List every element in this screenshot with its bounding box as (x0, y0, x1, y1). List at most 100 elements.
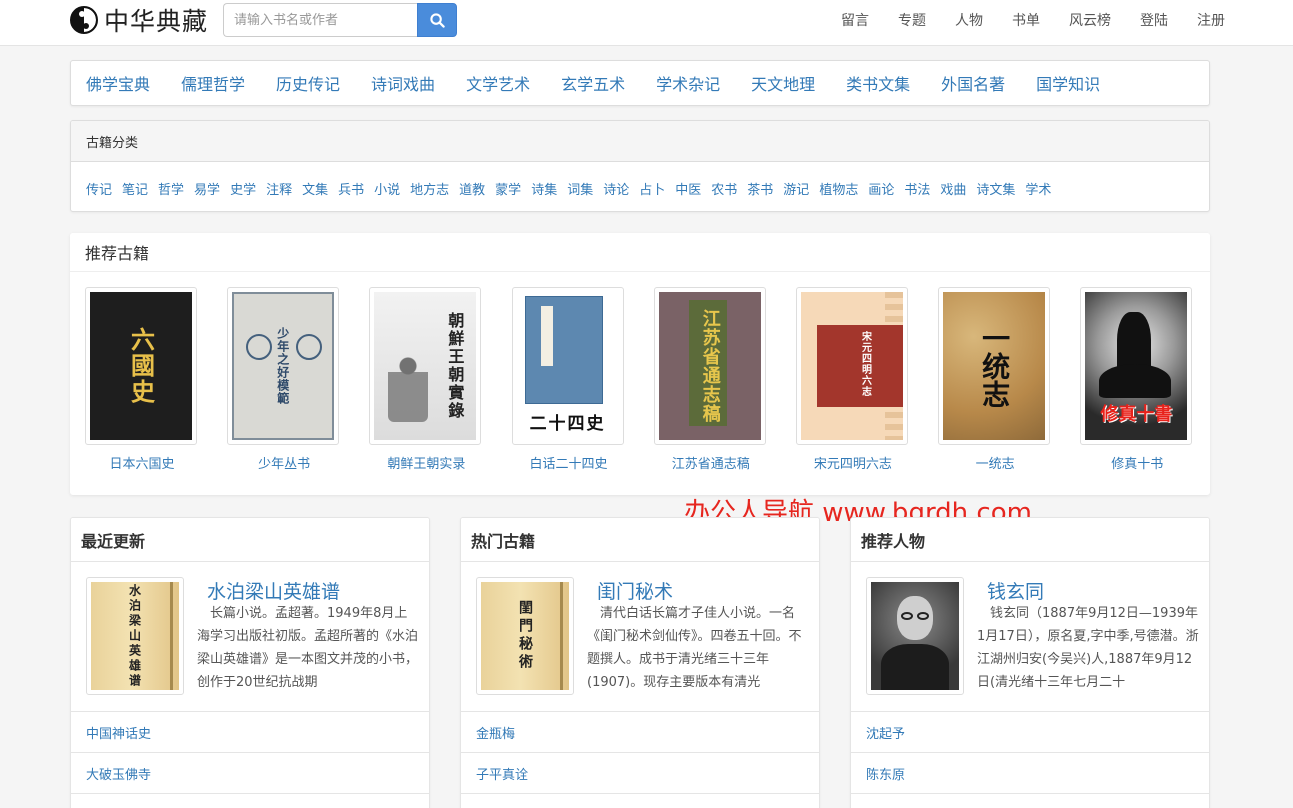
panel-title: 推荐古籍 (70, 233, 1210, 272)
search-button[interactable] (417, 3, 457, 37)
book-cover[interactable]: 六國史 (85, 287, 197, 445)
category-link[interactable]: 类书文集 (846, 71, 910, 95)
nav-login[interactable]: 登陆 (1140, 10, 1168, 30)
book-title[interactable]: 修真十书 (1080, 453, 1194, 472)
top-navbar: 中华典藏 留言 专题 人物 书单 风云榜 登陆 注册 (0, 0, 1293, 46)
thumb-text: 水泊梁山英雄谱 (127, 583, 142, 689)
list-link[interactable]: 陈东原 (866, 764, 905, 783)
list-link[interactable]: 金瓶梅 (476, 723, 515, 742)
tag-link[interactable]: 占卜 (639, 179, 665, 198)
featured-title[interactable]: 闺门秘术 (597, 577, 673, 604)
nav-topics[interactable]: 专题 (898, 10, 926, 30)
tag-link[interactable]: 戏曲 (940, 179, 966, 198)
tag-link[interactable]: 史学 (230, 179, 256, 198)
search-input[interactable] (223, 3, 417, 37)
list-link[interactable]: 子平真诠 (476, 764, 528, 783)
category-link[interactable]: 国学知识 (1036, 71, 1100, 95)
cover-text: 二十四史 (529, 414, 606, 434)
nav-booklist[interactable]: 书单 (1012, 10, 1040, 30)
site-logo[interactable]: 中华典藏 (70, 5, 209, 36)
category-link[interactable]: 文学艺术 (466, 71, 530, 95)
list-link[interactable]: 中国神话史 (86, 723, 151, 742)
tag-link[interactable]: 农书 (711, 179, 737, 198)
list-link[interactable]: 大破玉佛寺 (86, 764, 151, 783)
cover-text: 江苏省通志稿 (699, 309, 721, 423)
tag-link[interactable]: 文集 (302, 179, 328, 198)
tag-link[interactable]: 蒙学 (495, 179, 521, 198)
featured-thumb[interactable] (866, 577, 964, 695)
featured-title[interactable]: 水泊梁山英雄谱 (207, 577, 340, 604)
nav-message[interactable]: 留言 (841, 10, 869, 30)
featured-item: 钱玄同 钱玄同（1887年9月12日—1939年1月17日），原名夏,字中季,号… (851, 562, 1209, 712)
book-cover[interactable]: 少年之好模範 (227, 287, 340, 445)
site-name: 中华典藏 (104, 7, 209, 36)
book-card[interactable]: 修真十書 修真十书 (1080, 287, 1194, 472)
book-cover[interactable]: 一统志 (938, 287, 1051, 445)
recent-updates-panel: 最近更新 水泊梁山英雄谱 水泊梁山英雄谱 长篇小说。孟超著。1949年8月上海学… (70, 517, 430, 808)
category-link[interactable]: 天文地理 (751, 71, 815, 95)
featured-title[interactable]: 钱玄同 (987, 577, 1044, 604)
tag-link[interactable]: 植物志 (819, 179, 858, 198)
book-card[interactable]: 江苏省通志稿 江苏省通志稿 (653, 287, 768, 472)
panel-title: 古籍分类 (71, 121, 1209, 162)
category-link[interactable]: 儒理哲学 (181, 71, 245, 95)
book-card[interactable]: 宋元四明六志 宋元四明六志 (795, 287, 910, 472)
book-card[interactable]: 六國史 日本六国史 (85, 287, 199, 472)
tag-link[interactable]: 小说 (374, 179, 400, 198)
book-cover[interactable]: 宋元四明六志 (795, 287, 908, 445)
list-link[interactable]: 沈起予 (866, 723, 905, 742)
tag-link[interactable]: 游记 (783, 179, 809, 198)
tag-link[interactable]: 地方志 (410, 179, 449, 198)
book-title[interactable]: 一统志 (938, 453, 1052, 472)
category-link[interactable]: 外国名著 (941, 71, 1005, 95)
tag-link[interactable]: 哲学 (158, 179, 184, 198)
tag-link[interactable]: 学术 (1025, 179, 1051, 198)
book-cover[interactable]: 二十四史 (511, 287, 624, 445)
tag-link[interactable]: 诗集 (531, 179, 557, 198)
tag-link[interactable]: 中医 (675, 179, 701, 198)
book-title[interactable]: 日本六国史 (85, 453, 199, 472)
tag-link[interactable]: 道教 (459, 179, 485, 198)
thumb-text: 閨門秘術 (517, 600, 533, 672)
book-cover[interactable]: 修真十書 (1080, 287, 1193, 445)
nav-people[interactable]: 人物 (955, 10, 983, 30)
book-card[interactable]: 少年之好模範 少年丛书 (227, 287, 341, 472)
tag-link[interactable]: 茶书 (747, 179, 773, 198)
nav-ranking[interactable]: 风云榜 (1069, 10, 1111, 30)
tag-link[interactable]: 笔记 (122, 179, 148, 198)
category-link[interactable]: 学术杂记 (656, 71, 720, 95)
tag-link[interactable]: 诗文集 (976, 179, 1015, 198)
book-title[interactable]: 宋元四明六志 (796, 453, 910, 472)
category-link[interactable]: 佛学宝典 (86, 71, 150, 95)
tag-link[interactable]: 易学 (194, 179, 220, 198)
book-title[interactable]: 江苏省通志稿 (654, 453, 768, 472)
book-cover[interactable]: 朝鮮王朝實錄 (369, 287, 482, 445)
tag-link[interactable]: 词集 (567, 179, 593, 198)
list-item: 大破玉佛寺 (71, 753, 429, 794)
cover-text: 一统志 (978, 324, 1012, 408)
book-title[interactable]: 朝鲜王朝实录 (369, 453, 483, 472)
list-item: 中国神话史 (71, 712, 429, 753)
book-cover[interactable]: 江苏省通志稿 (653, 287, 766, 445)
recommended-people-panel: 推荐人物 钱玄同 钱玄同（1887年9月12日—1939年1月17日），原名夏,… (850, 517, 1210, 808)
book-card[interactable]: 二十四史 白话二十四史 (511, 287, 626, 472)
book-title[interactable]: 少年丛书 (227, 453, 341, 472)
featured-thumb[interactable]: 水泊梁山英雄谱 (86, 577, 184, 695)
book-title[interactable]: 白话二十四史 (512, 453, 626, 472)
tag-link[interactable]: 书法 (904, 179, 930, 198)
cover-text: 宋元四明六志 (859, 331, 871, 397)
category-link[interactable]: 诗词戏曲 (371, 71, 435, 95)
tag-link[interactable]: 兵书 (338, 179, 364, 198)
panel-title: 最近更新 (71, 518, 429, 562)
category-link[interactable]: 玄学五术 (561, 71, 625, 95)
tag-link[interactable]: 注释 (266, 179, 292, 198)
nav-register[interactable]: 注册 (1197, 10, 1225, 30)
category-link[interactable]: 历史传记 (276, 71, 340, 95)
book-card[interactable]: 一统志 一统志 (938, 287, 1052, 472)
book-card[interactable]: 朝鮮王朝實錄 朝鲜王朝实录 (369, 287, 483, 472)
featured-description: 清代白话长篇才子佳人小说。一名《闺门秘术剑仙传》。四卷五十回。不题撰人。成书于清… (587, 606, 802, 690)
tag-link[interactable]: 诗论 (603, 179, 629, 198)
tag-link[interactable]: 画论 (868, 179, 894, 198)
tag-link[interactable]: 传记 (86, 179, 112, 198)
featured-thumb[interactable]: 閨門秘術 (476, 577, 574, 695)
